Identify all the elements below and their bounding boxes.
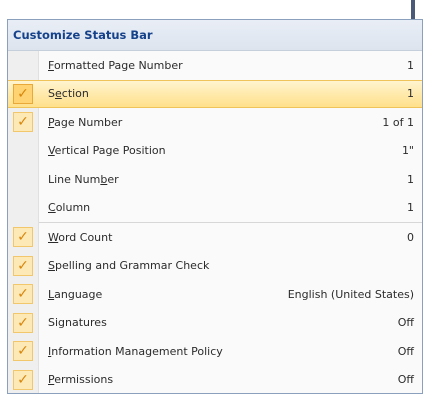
checkmark-icon: ✓ — [13, 312, 33, 333]
menu-body: Formatted Page Number 1 ✓ Section 1 ✓ Page Num… — [8, 51, 422, 394]
check-cell — [8, 194, 38, 223]
menu-item-value: Off — [397, 373, 414, 387]
check-cell: ✓ — [8, 366, 38, 394]
check-cell: ✓ — [8, 81, 38, 108]
check-cell — [8, 137, 38, 166]
menu-item-section[interactable]: ✓ Section 1 — [8, 79, 422, 108]
checkmark-icon: ✓ — [13, 369, 33, 390]
checkmark-icon: ✓ — [13, 255, 33, 276]
check-cell: ✓ — [8, 223, 38, 252]
menu-item-label: Word Count — [48, 230, 113, 244]
menu-item-label: Formatted Page Number — [48, 58, 183, 72]
check-cell: ✓ — [8, 337, 38, 366]
checkmark-icon: ✓ — [13, 227, 33, 248]
menu-item-label: Page Number — [48, 115, 123, 129]
menu-item-word-count[interactable]: ✓ Word Count 0 — [8, 223, 422, 252]
menu-item-value: 1 — [407, 201, 414, 215]
menu-item-value: English (United States) — [287, 287, 414, 301]
checkmark-icon: ✓ — [13, 83, 33, 104]
menu-item-label: Spelling and Grammar Check — [48, 259, 210, 273]
menu-item-signatures[interactable]: ✓ Signatures Off — [8, 309, 422, 338]
menu-item-value: 0 — [407, 230, 414, 244]
menu-item-column[interactable]: Column 1 — [8, 194, 422, 223]
check-cell: ✓ — [8, 309, 38, 338]
check-cell: ✓ — [8, 252, 38, 281]
checkmark-icon: ✓ — [13, 284, 33, 305]
screen: Customize Status Bar Formatted Page Numb… — [0, 0, 427, 396]
menu-item-value: Off — [397, 316, 414, 330]
menu-item-label: Section — [48, 87, 89, 101]
menu-title: Customize Status Bar — [8, 20, 422, 51]
menu-item-value: 1 — [407, 172, 414, 186]
menu-item-value: 1 — [407, 87, 414, 101]
menu-item-page-number[interactable]: ✓ Page Number 1 of 1 — [8, 108, 422, 137]
menu-item-label: Signatures — [48, 316, 107, 330]
checkmark-icon: ✓ — [13, 341, 33, 362]
menu-item-information-management-policy[interactable]: ✓ Information Management Policy Off — [8, 337, 422, 366]
menu-item-value: 1 of 1 — [382, 115, 414, 129]
menu-item-label: Permissions — [48, 373, 114, 387]
menu-items: Formatted Page Number 1 ✓ Section 1 ✓ Page Num… — [8, 51, 422, 394]
customize-status-bar-menu: Customize Status Bar Formatted Page Numb… — [7, 19, 423, 394]
menu-item-label: Vertical Page Position — [48, 144, 166, 158]
menu-item-label: Line Number — [48, 172, 119, 186]
checkmark-icon: ✓ — [13, 112, 33, 133]
window-edge — [411, 0, 415, 20]
menu-item-value: 1" — [401, 144, 414, 158]
check-cell: ✓ — [8, 108, 38, 137]
menu-item-language[interactable]: ✓ Language English (United States) — [8, 280, 422, 309]
menu-item-formatted-page-number[interactable]: Formatted Page Number 1 — [8, 51, 422, 80]
menu-item-value: Off — [397, 344, 414, 358]
menu-item-permissions[interactable]: ✓ Permissions Off — [8, 366, 422, 394]
check-cell: ✓ — [8, 280, 38, 309]
menu-item-label: Column — [48, 201, 91, 215]
check-cell — [8, 51, 38, 80]
menu-item-line-number[interactable]: Line Number 1 — [8, 165, 422, 194]
menu-item-label: Information Management Policy — [48, 344, 223, 358]
menu-item-vertical-page-position[interactable]: Vertical Page Position 1" — [8, 137, 422, 166]
check-cell — [8, 165, 38, 194]
menu-item-spelling-and-grammar-check[interactable]: ✓ Spelling and Grammar Check — [8, 252, 422, 281]
menu-item-label: Language — [48, 287, 103, 301]
menu-item-value: 1 — [407, 58, 414, 72]
